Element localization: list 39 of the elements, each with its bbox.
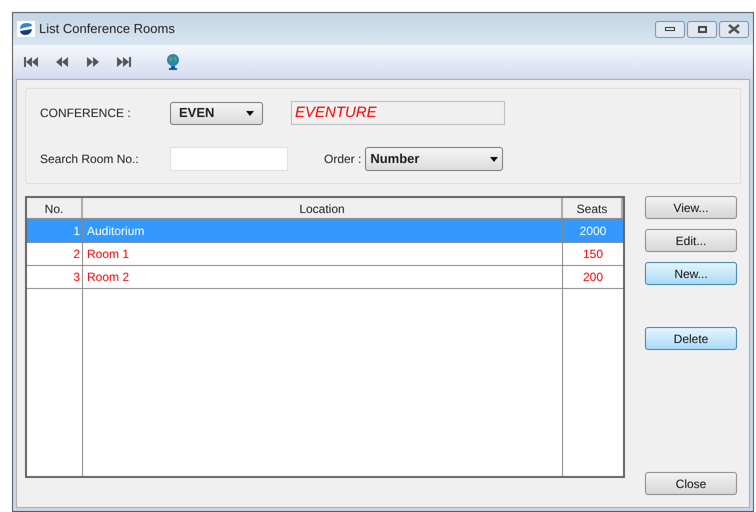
app-logo-icon	[17, 21, 35, 37]
previous-record-icon[interactable]	[54, 55, 70, 69]
table-cell: Auditorium	[83, 220, 563, 242]
table-cell: Room 2	[83, 266, 563, 288]
globe-icon[interactable]	[165, 53, 181, 71]
table-cell: 3	[27, 266, 83, 288]
order-label: Order :	[324, 151, 362, 168]
column-header[interactable]: No.	[27, 198, 83, 218]
search-room-field[interactable]	[170, 147, 288, 171]
column-header[interactable]: Seats	[563, 198, 623, 218]
close-icon	[728, 24, 740, 34]
action-button[interactable]: Edit...	[645, 229, 737, 252]
table-row[interactable]: 2 Room 1 150	[27, 243, 623, 266]
search-room-label: Search Room No.:	[40, 151, 140, 168]
conference-dropdown[interactable]: EVEN	[170, 102, 263, 124]
action-button[interactable]: View...	[645, 196, 737, 219]
close-button[interactable]	[719, 20, 749, 38]
maximize-button[interactable]	[687, 20, 717, 38]
column-header[interactable]: Location	[83, 198, 563, 218]
table-cell: Room 1	[83, 243, 563, 265]
action-button[interactable]: Delete	[645, 327, 737, 350]
conference-label: CONFERENCE :	[40, 105, 132, 122]
action-button[interactable]: Close	[645, 472, 737, 495]
table-cell-text: 2000	[578, 223, 608, 240]
first-record-icon[interactable]	[23, 55, 39, 69]
table-cell: 1	[27, 220, 83, 242]
caret-icon	[490, 156, 498, 162]
minimize-button[interactable]	[655, 20, 685, 38]
window-title: List Conference Rooms	[39, 20, 175, 38]
next-record-icon[interactable]	[85, 55, 101, 69]
table-cell-text: 150	[582, 246, 604, 263]
order-dropdown[interactable]: Number	[365, 147, 504, 171]
table-cell-text: 200	[582, 269, 604, 286]
conference-name-field: EVENTURE	[291, 101, 505, 125]
table-row[interactable]: 3 Room 2 200	[27, 266, 623, 289]
last-record-icon[interactable]	[116, 55, 132, 69]
action-button[interactable]: New...	[645, 262, 737, 285]
table-cell: 2	[27, 243, 83, 265]
caret-icon	[246, 110, 254, 116]
